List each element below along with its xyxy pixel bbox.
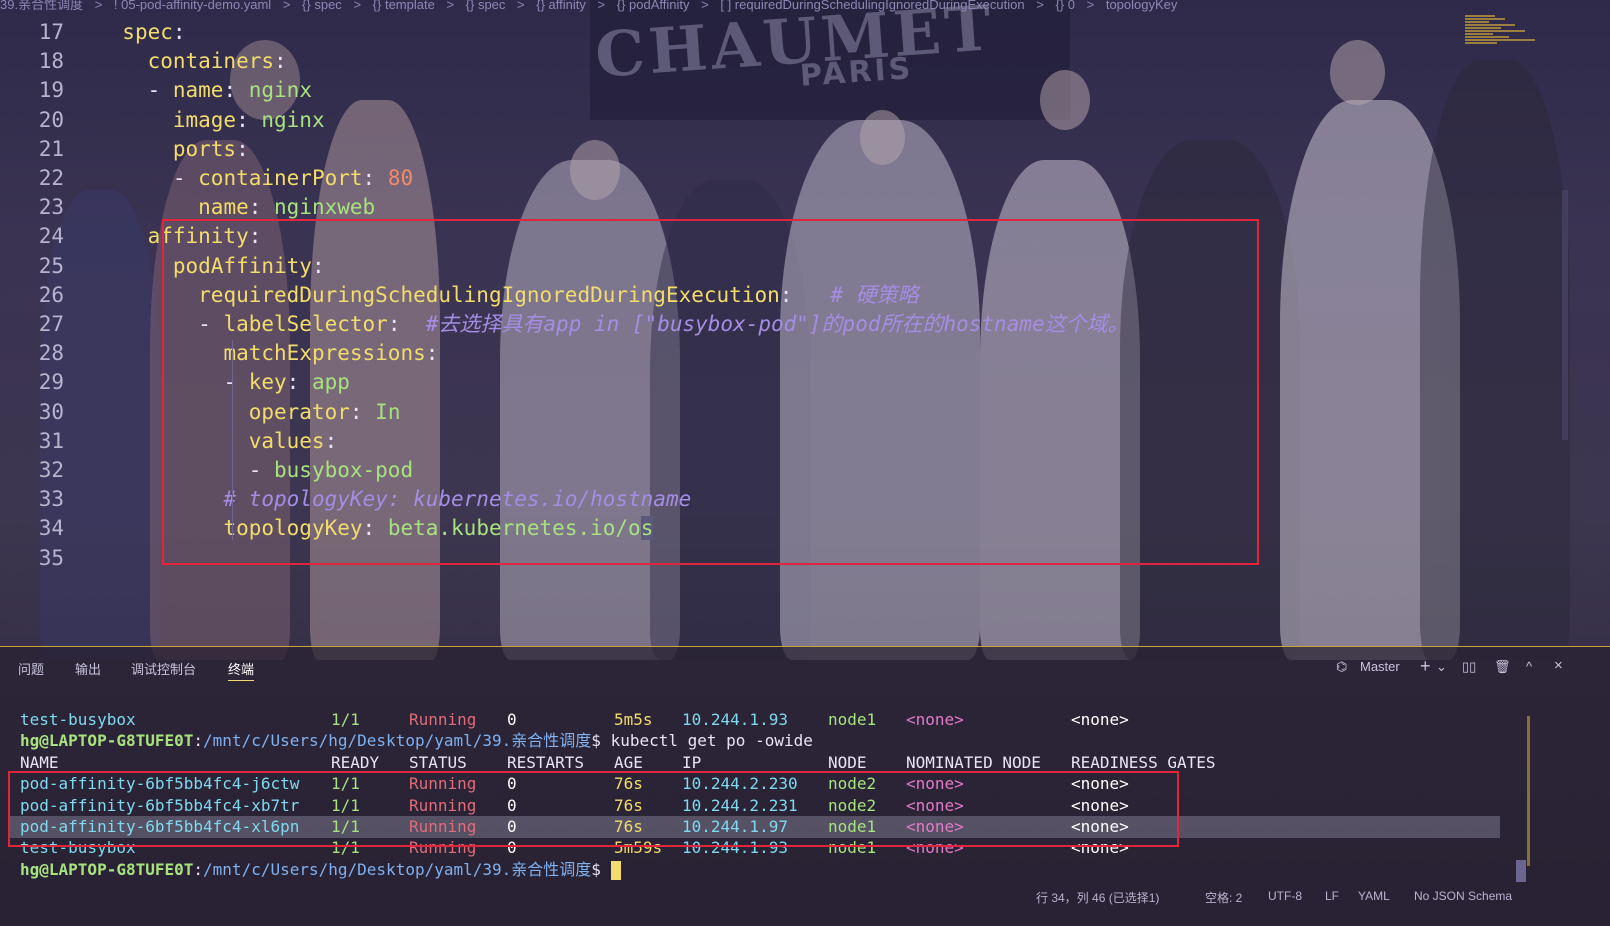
breadcrumb-item[interactable]: {} template xyxy=(373,0,435,12)
terminal-scroll-indicator xyxy=(1527,716,1530,866)
line-number: 33 xyxy=(38,487,64,512)
terminal-scrollbar-thumb[interactable] xyxy=(1516,860,1526,882)
code-text: image: nginx xyxy=(172,107,325,132)
eol[interactable]: LF xyxy=(1325,889,1339,903)
terminal-cursor xyxy=(610,860,621,880)
cell-ready: READY xyxy=(331,752,380,772)
cell-restarts: 0 xyxy=(507,710,517,729)
terminal-command: kubectl get po -owide xyxy=(610,731,813,751)
line-number: 35 xyxy=(38,545,64,570)
breadcrumb-item[interactable]: 39.亲合性调度 xyxy=(0,0,83,12)
line-number: 25 xyxy=(38,253,64,278)
prompt-symbol: $ xyxy=(591,859,601,879)
code-text: - name: nginx xyxy=(147,78,312,103)
maximize-panel-icon[interactable]: ^ xyxy=(1526,659,1532,674)
json-schema[interactable]: No JSON Schema xyxy=(1414,889,1512,903)
breadcrumb-item[interactable]: {} spec xyxy=(466,0,506,12)
breadcrumb-item[interactable]: {} affinity xyxy=(536,0,586,12)
line-number: 26 xyxy=(38,282,64,307)
prompt-path: /mnt/c/Users/hg/Desktop/yaml/39.亲合性调度 xyxy=(203,859,592,879)
prompt-symbol: $ xyxy=(591,731,601,751)
language-mode[interactable]: YAML xyxy=(1358,889,1390,903)
line-number: 21 xyxy=(38,136,64,161)
line-number: 32 xyxy=(38,458,64,482)
prompt-path: /mnt/c/Users/hg/Desktop/yaml/39.亲合性调度 xyxy=(203,731,592,751)
minimap[interactable] xyxy=(1465,14,1545,74)
new-terminal-button[interactable]: + xyxy=(1420,656,1431,677)
cell-node: node1 xyxy=(828,710,877,729)
cell-status: Running xyxy=(409,710,477,729)
code-text: spec: xyxy=(122,20,199,44)
tab-debug-console[interactable]: 调试控制台 xyxy=(131,659,196,678)
annotation-highlight-box xyxy=(162,219,1259,565)
terminal-name[interactable]: Master xyxy=(1360,659,1400,674)
line-number: 22 xyxy=(38,166,64,190)
code-text: - containerPort: 80 xyxy=(172,166,414,190)
breadcrumb-item[interactable]: {} spec xyxy=(302,0,342,12)
tab-terminal[interactable]: 终端 xyxy=(228,659,255,681)
split-terminal-icon[interactable]: ▯▯ xyxy=(1462,659,1476,675)
code-text: ports: xyxy=(172,136,262,161)
line-number: 19 xyxy=(38,78,64,103)
encoding[interactable]: UTF-8 xyxy=(1268,889,1302,903)
cell-ip: 10.244.1.93 xyxy=(682,710,788,729)
breadcrumb-item[interactable]: {} 0 xyxy=(1055,0,1075,12)
line-number: 31 xyxy=(38,428,64,453)
prompt-line[interactable]: hg@LAPTOP-G8TUFE0T:/mnt/c/Users/hg/Deskt… xyxy=(20,730,813,751)
status-bar: 行 34，列 46 (已选择1) 空格: 2 UTF-8 LF YAML No … xyxy=(0,886,1610,925)
chevron-down-icon[interactable]: ⌄ xyxy=(1436,659,1447,675)
code-text: name: nginxweb xyxy=(198,195,376,220)
cell-age: AGE xyxy=(614,752,643,772)
cell-gates: READINESS GATES xyxy=(1071,752,1216,772)
cursor-position[interactable]: 行 34，列 46 (已选择1) xyxy=(1036,889,1159,906)
line-number: 18 xyxy=(38,49,64,74)
breadcrumb-item[interactable]: ! 05-pod-affinity-demo.yaml xyxy=(114,0,271,12)
prompt-user: hg@LAPTOP-G8TUFE0T xyxy=(20,731,194,751)
cell-nominated: NOMINATED NODE xyxy=(906,752,1041,772)
line-number: 20 xyxy=(38,107,64,132)
editor-scrollbar[interactable] xyxy=(1562,190,1568,440)
line-number: 34 xyxy=(38,516,64,541)
line-number: 24 xyxy=(38,224,64,249)
breadcrumb-item[interactable]: {} podAffinity xyxy=(617,0,690,12)
cell-status: STATUS xyxy=(409,752,467,772)
indentation[interactable]: 空格: 2 xyxy=(1205,889,1242,906)
code-text: containers: xyxy=(147,49,300,74)
cell-ip: IP xyxy=(682,752,702,772)
line-number: 28 xyxy=(38,341,64,366)
tab-problems[interactable]: 问题 xyxy=(18,659,44,678)
breadcrumb-item[interactable]: topologyKey xyxy=(1106,0,1178,12)
cell-name: NAME xyxy=(20,752,59,772)
cell-node: NODE xyxy=(828,752,867,772)
close-panel-icon[interactable]: × xyxy=(1554,657,1563,674)
line-number: 27 xyxy=(38,312,64,336)
line-number: 30 xyxy=(38,399,64,424)
terminal-icon: ⌬ xyxy=(1336,659,1348,674)
terminal-annotation-box xyxy=(8,771,1179,847)
prompt-user: hg@LAPTOP-G8TUFE0T xyxy=(20,859,194,879)
cell-age: 5m5s xyxy=(614,710,653,729)
breadcrumb-item[interactable]: [ ] requiredDuringSchedulingIgnoredDurin… xyxy=(720,0,1024,12)
line-number: 23 xyxy=(38,195,64,220)
breadcrumb: 39.亲合性调度 > ! 05-pod-affinity-demo.yaml >… xyxy=(0,0,1500,14)
cell-restarts: RESTARTS xyxy=(507,752,585,772)
cell-name: test-busybox xyxy=(20,710,136,729)
cell-gates: <none> xyxy=(1071,710,1129,729)
trash-icon[interactable]: 🗑 xyxy=(1494,659,1511,675)
cell-nominated: <none> xyxy=(906,710,964,729)
line-number: 17 xyxy=(38,20,64,44)
tab-output[interactable]: 输出 xyxy=(75,659,101,678)
prompt-line[interactable]: hg@LAPTOP-G8TUFE0T:/mnt/c/Users/hg/Deskt… xyxy=(20,859,621,880)
cell-ready: 1/1 xyxy=(331,710,360,729)
line-number: 29 xyxy=(38,370,64,395)
